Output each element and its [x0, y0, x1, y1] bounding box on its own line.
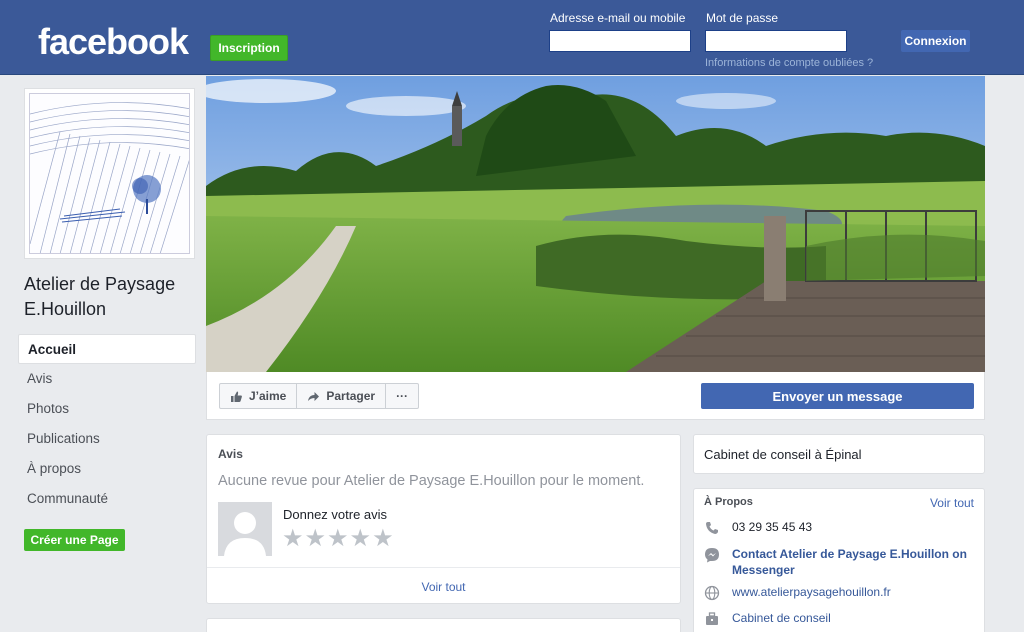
login-button[interactable]: Connexion — [901, 30, 970, 52]
about-see-all-link[interactable]: Voir tout — [930, 496, 974, 510]
nav-item-photos[interactable]: Photos — [18, 394, 196, 424]
give-review-prompt: Donnez votre avis — [283, 507, 388, 522]
page-name[interactable]: Atelier de Paysage E.Houillon — [24, 272, 204, 322]
email-label: Adresse e-mail ou mobile — [550, 11, 686, 25]
website-row: www.atelierpaysagehouillon.fr — [704, 584, 974, 601]
about-title: À Propos — [704, 496, 753, 508]
profile-picture[interactable] — [24, 88, 195, 259]
reviews-see-all-link[interactable]: Voir tout — [207, 580, 680, 594]
star-rating[interactable]: ★ ★ ★ ★ ★ — [282, 527, 394, 551]
star-icon[interactable]: ★ — [305, 527, 327, 551]
avatar — [218, 502, 272, 556]
email-input[interactable] — [549, 30, 691, 52]
like-button[interactable]: J’aime — [219, 383, 298, 409]
share-arrow-icon — [308, 391, 320, 401]
phone-row: 03 29 35 45 43 — [704, 519, 974, 536]
cover-photo[interactable] — [206, 76, 985, 372]
nav-item-community[interactable]: Communauté — [18, 484, 196, 514]
about-card: À Propos Voir tout 03 29 35 45 43 Contac… — [693, 488, 985, 632]
like-label: J’aime — [249, 389, 287, 403]
phone-number[interactable]: 03 29 35 45 43 — [732, 519, 812, 535]
star-icon[interactable]: ★ — [327, 527, 349, 551]
page-action-bar: J’aime Partager ··· Envoyer un message — [206, 372, 985, 420]
globe-icon — [704, 585, 720, 601]
divider — [207, 567, 680, 568]
website-link[interactable]: www.atelierpaysagehouillon.fr — [732, 584, 891, 600]
category-row: Cabinet de conseil — [704, 610, 974, 627]
messenger-link[interactable]: Contact Atelier de Paysage E.Houillon on… — [732, 546, 974, 578]
create-page-button[interactable]: Créer une Page — [24, 529, 125, 551]
messenger-row: Contact Atelier de Paysage E.Houillon on… — [704, 546, 974, 578]
nav-item-home[interactable]: Accueil — [18, 334, 196, 364]
nav-item-about[interactable]: À propos — [18, 454, 196, 484]
star-icon[interactable]: ★ — [372, 527, 394, 551]
profile-sketch-image — [30, 94, 189, 253]
more-options-button[interactable]: ··· — [385, 383, 420, 409]
reviews-card: Avis Aucune revue pour Atelier de Paysag… — [206, 434, 681, 604]
no-reviews-text: Aucune revue pour Atelier de Paysage E.H… — [218, 473, 645, 489]
forgot-account-link[interactable]: Informations de compte oubliées ? — [705, 57, 873, 69]
send-message-button[interactable]: Envoyer un message — [701, 383, 974, 409]
next-card — [206, 618, 681, 632]
messenger-icon — [705, 548, 719, 563]
password-input[interactable] — [705, 30, 847, 52]
phone-icon — [706, 522, 718, 534]
page-nav: Accueil Avis Photos Publications À propo… — [18, 334, 196, 514]
star-icon[interactable]: ★ — [282, 527, 304, 551]
facebook-logo[interactable]: facebook — [38, 22, 189, 62]
nav-item-posts[interactable]: Publications — [18, 424, 196, 454]
password-label: Mot de passe — [706, 11, 779, 25]
reviews-title: Avis — [218, 447, 243, 461]
star-icon[interactable]: ★ — [350, 527, 372, 551]
category-text[interactable]: Cabinet de conseil à Épinal — [704, 447, 862, 462]
cover-landscape-image — [206, 76, 985, 372]
nav-item-reviews[interactable]: Avis — [18, 364, 196, 394]
briefcase-icon — [706, 612, 718, 625]
share-label: Partager — [326, 389, 376, 403]
action-button-group: J’aime Partager ··· — [219, 383, 420, 409]
signup-button[interactable]: Inscription — [210, 35, 288, 61]
more-icon: ··· — [396, 389, 409, 403]
top-bar: facebook Inscription Adresse e-mail ou m… — [0, 0, 1024, 75]
category-link[interactable]: Cabinet de conseil — [732, 610, 831, 626]
default-avatar-icon — [218, 502, 272, 556]
thumbs-up-icon — [231, 391, 242, 402]
category-card: Cabinet de conseil à Épinal — [693, 434, 985, 474]
share-button[interactable]: Partager — [296, 383, 387, 409]
